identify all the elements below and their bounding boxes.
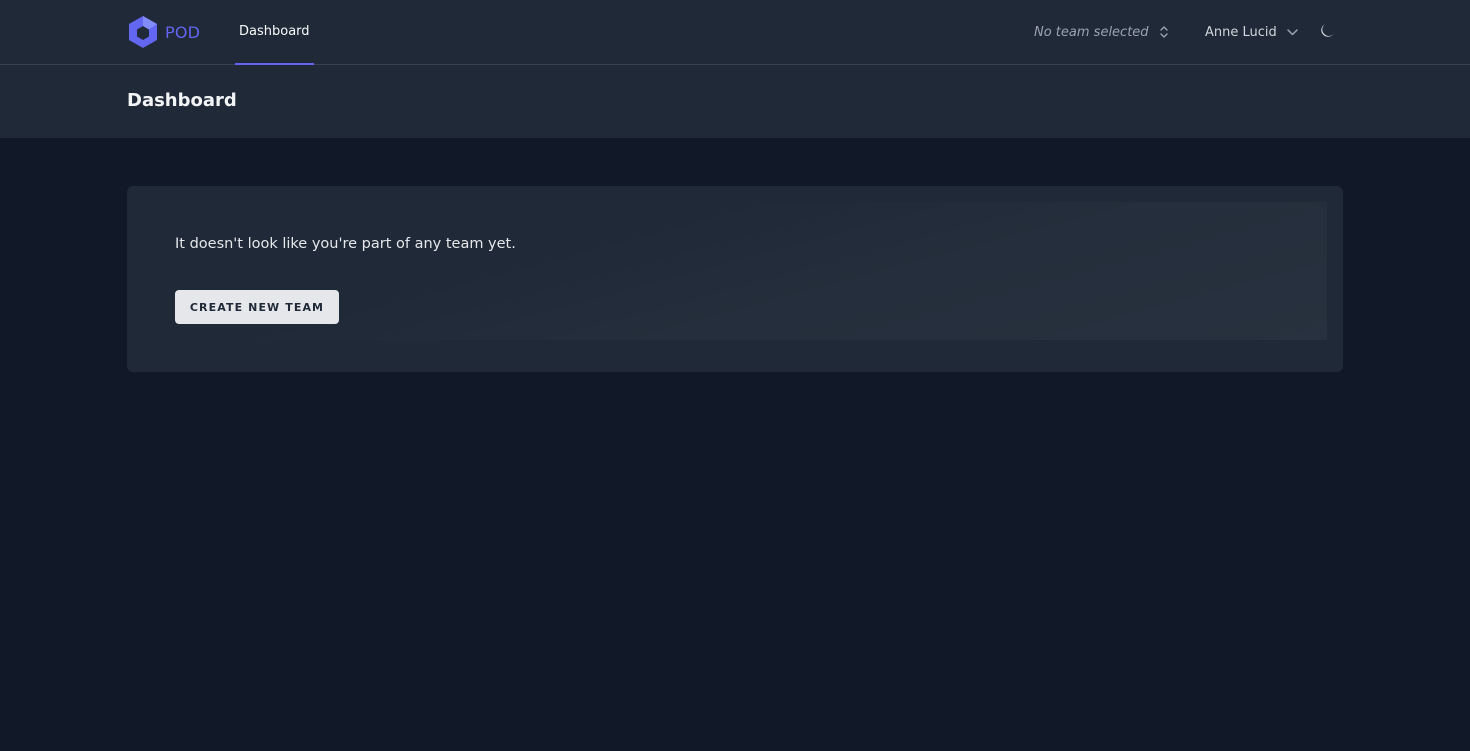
brand-name: POD xyxy=(165,22,201,42)
empty-state-card: It doesn't look like you're part of any … xyxy=(127,186,1343,372)
user-name: Anne Lucid xyxy=(1205,24,1277,40)
theme-toggle-button[interactable] xyxy=(1318,22,1336,40)
page-title: Dashboard xyxy=(127,90,237,111)
team-selector[interactable]: No team selected xyxy=(1034,20,1169,44)
team-selector-label: No team selected xyxy=(1034,24,1149,40)
main-content: It doesn't look like you're part of any … xyxy=(0,138,1470,751)
hexagon-cube-icon xyxy=(129,16,157,48)
top-navigation: POD Dashboard No team selected Anne Luci… xyxy=(0,0,1470,65)
empty-state-message: It doesn't look like you're part of any … xyxy=(175,236,516,252)
chevron-up-down-icon xyxy=(1159,26,1168,38)
pod-logo[interactable]: POD xyxy=(126,14,200,50)
page-header: Dashboard xyxy=(0,65,1470,138)
tab-dashboard[interactable]: Dashboard xyxy=(235,0,314,65)
user-menu[interactable]: Anne Lucid xyxy=(1205,20,1299,44)
moon-icon xyxy=(1321,24,1334,37)
chevron-down-icon xyxy=(1287,29,1298,36)
create-new-team-button[interactable]: CREATE NEW TEAM xyxy=(175,290,339,324)
